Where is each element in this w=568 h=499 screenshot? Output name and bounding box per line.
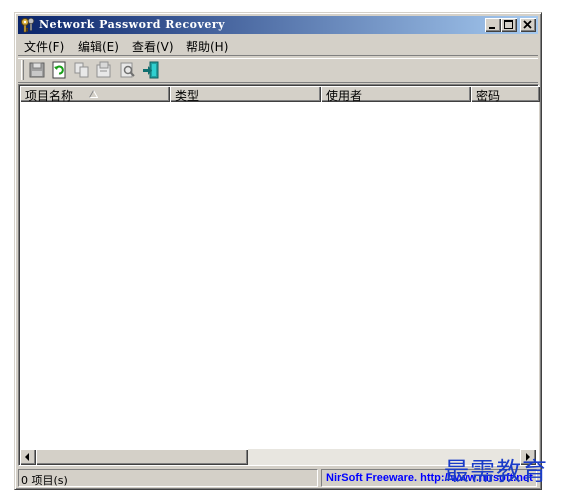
scroll-left-button[interactable] (20, 449, 36, 465)
save-icon[interactable] (28, 61, 46, 79)
status-count: 0 项目(s) (21, 474, 68, 487)
menu-edit[interactable]: 编辑(E) (78, 38, 119, 55)
maximize-button[interactable] (501, 18, 517, 32)
minimize-button[interactable] (485, 18, 501, 32)
window-title: Network Password Recovery (39, 18, 226, 31)
exit-icon[interactable] (142, 61, 160, 79)
properties-icon[interactable] (95, 61, 113, 79)
keys-icon (21, 17, 35, 33)
column-password[interactable]: 密码 (471, 86, 540, 103)
status-count-pane: 0 项目(s) (18, 469, 318, 487)
title-bar[interactable]: Network Password Recovery (18, 16, 538, 34)
password-list[interactable]: 项目名称 类型 使用者 密码 (18, 84, 540, 466)
arrow-left-icon (25, 453, 29, 461)
toolbar-grip[interactable] (21, 60, 24, 80)
maximize-icon (504, 20, 513, 29)
menu-file[interactable]: 文件(F) (24, 38, 64, 55)
list-header: 项目名称 类型 使用者 密码 (20, 86, 540, 103)
scroll-thumb[interactable] (36, 449, 248, 465)
minimize-icon (489, 27, 495, 29)
find-icon[interactable] (119, 61, 137, 79)
watermark-text: 最需教育 (444, 457, 549, 486)
main-window: Network Password Recovery 文件(F) 编辑(E) 查看… (14, 12, 542, 490)
close-button[interactable] (520, 18, 536, 32)
copy-icon[interactable] (73, 61, 91, 79)
menu-help[interactable]: 帮助(H) (186, 38, 228, 55)
column-item-name[interactable]: 项目名称 (20, 86, 170, 103)
close-icon (523, 20, 532, 29)
column-type[interactable]: 类型 (170, 86, 321, 103)
list-body: 项目名称 类型 使用者 密码 (19, 85, 540, 465)
toolbar (18, 58, 538, 82)
column-user[interactable]: 使用者 (321, 86, 471, 103)
refresh-icon[interactable] (50, 61, 68, 79)
menu-bar: 文件(F) 编辑(E) 查看(V) 帮助(H) (18, 35, 538, 55)
sort-ascending-icon (89, 90, 98, 98)
menu-view[interactable]: 查看(V) (132, 38, 174, 55)
